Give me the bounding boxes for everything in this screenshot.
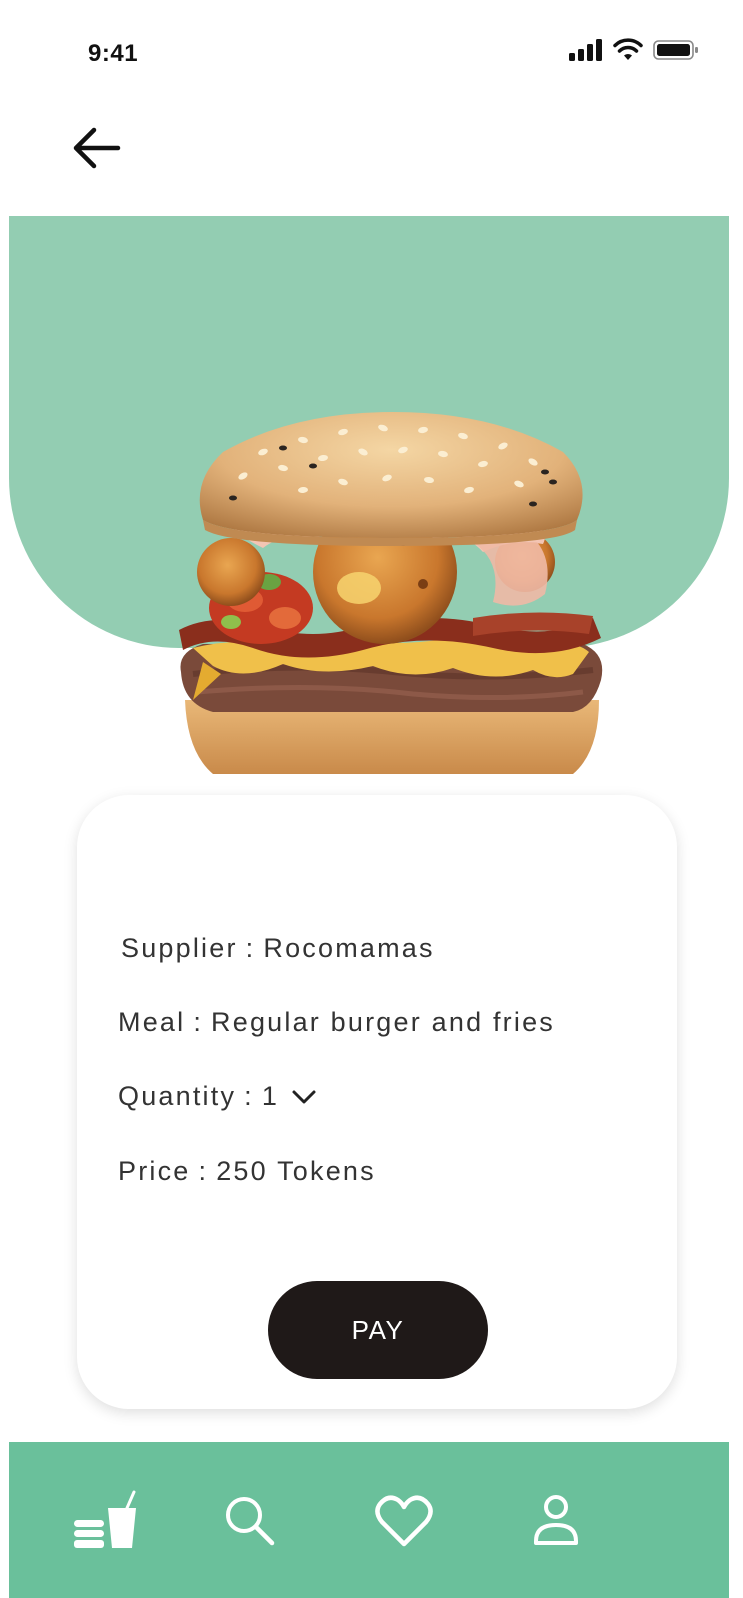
food-drink-icon bbox=[74, 1490, 136, 1548]
battery-icon bbox=[653, 40, 698, 60]
meal-label: Meal bbox=[118, 1007, 186, 1037]
meal-row: Meal : Regular burger and fries bbox=[118, 1007, 555, 1038]
nav-item-profile[interactable] bbox=[521, 1486, 591, 1556]
nav-item-search[interactable] bbox=[215, 1486, 285, 1556]
nav-item-food[interactable] bbox=[71, 1486, 141, 1556]
chevron-down-icon bbox=[292, 1090, 316, 1103]
supplier-separator: : bbox=[245, 933, 256, 963]
quantity-label: Quantity bbox=[118, 1081, 237, 1111]
supplier-value: Rocomamas bbox=[263, 933, 435, 963]
hero-banner bbox=[9, 216, 729, 774]
bottom-nav bbox=[9, 1442, 729, 1598]
price-separator: : bbox=[198, 1156, 209, 1186]
supplier-label: Supplier bbox=[121, 933, 238, 963]
quantity-dropdown[interactable] bbox=[291, 1088, 317, 1106]
price-row: Price : 250 Tokens bbox=[118, 1156, 376, 1187]
price-value: 250 Tokens bbox=[216, 1156, 376, 1186]
back-button[interactable] bbox=[66, 118, 126, 178]
arrow-left-icon bbox=[73, 127, 121, 169]
price-label: Price bbox=[118, 1156, 191, 1186]
quantity-separator: : bbox=[244, 1081, 254, 1111]
status-bar: 9:41 bbox=[0, 0, 743, 100]
status-time: 9:41 bbox=[88, 40, 139, 67]
pay-button[interactable]: PAY bbox=[268, 1281, 488, 1379]
heart-icon bbox=[375, 1495, 433, 1547]
signal-icon bbox=[569, 39, 602, 61]
burger-image bbox=[179, 412, 603, 774]
quantity-row: Quantity : 1 bbox=[118, 1081, 317, 1112]
meal-value: Regular burger and fries bbox=[211, 1007, 555, 1037]
quantity-value[interactable]: 1 bbox=[262, 1081, 279, 1112]
meal-separator: : bbox=[193, 1007, 204, 1037]
profile-icon bbox=[534, 1495, 578, 1545]
status-icons bbox=[569, 38, 699, 62]
nav-item-favorites[interactable] bbox=[369, 1486, 439, 1556]
search-icon bbox=[226, 1497, 275, 1546]
supplier-row: Supplier : Rocomamas bbox=[121, 933, 435, 964]
order-details-card: Supplier : Rocomamas Meal : Regular burg… bbox=[77, 795, 677, 1409]
wifi-icon bbox=[613, 38, 643, 60]
